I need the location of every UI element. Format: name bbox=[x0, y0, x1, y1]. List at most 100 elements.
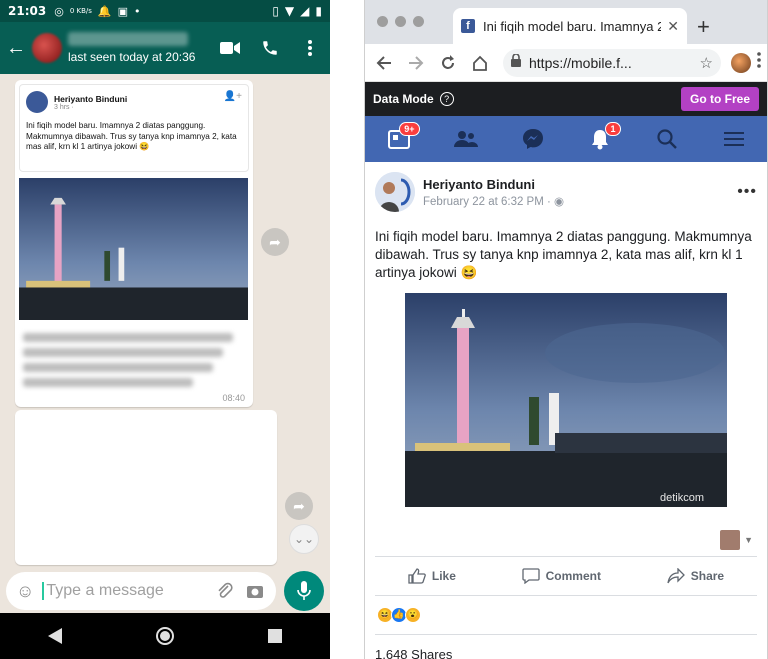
signal-icon: ◢ bbox=[300, 4, 310, 18]
browser-tab[interactable]: f Ini fiqih model baru. Imamnya 2 diatas… bbox=[453, 8, 687, 44]
scroll-to-bottom-button[interactable]: ⌄⌄ bbox=[289, 524, 319, 554]
profile-avatar[interactable] bbox=[731, 52, 751, 73]
network-speed: 0 KB/s bbox=[69, 7, 92, 15]
go-to-free-button[interactable]: Go to Free bbox=[680, 87, 759, 111]
contact-name-blurred bbox=[68, 32, 188, 46]
notifications-badge: 1 bbox=[605, 122, 621, 136]
nav-home-icon[interactable] bbox=[153, 624, 177, 648]
screenshot-root: 21:03 ◎ 0 KB/s 🔔 ▣ • ▯ ▼ ◢ ▮ ← last seen… bbox=[0, 0, 768, 659]
shared-post-card[interactable]: Heriyanto Binduni 3 hrs · 👤+ Ini fiqih m… bbox=[19, 84, 249, 172]
sim-icon: ▣ bbox=[117, 4, 128, 18]
nav-back-icon[interactable] bbox=[43, 624, 67, 648]
comment-button[interactable]: Comment bbox=[521, 568, 601, 584]
forward-arrow-icon[interactable] bbox=[403, 50, 429, 76]
tab-strip: f Ini fiqih model baru. Imamnya 2 diatas… bbox=[365, 0, 767, 44]
thumbs-up-icon bbox=[408, 568, 426, 584]
chat-area[interactable]: Heriyanto Binduni 3 hrs · 👤+ Ini fiqih m… bbox=[0, 74, 330, 569]
post-actions-bar: Like Comment Share bbox=[375, 555, 757, 596]
post-photo[interactable]: detikcom bbox=[405, 292, 727, 507]
microphone-button[interactable] bbox=[284, 571, 324, 611]
whatsapp-notification-icon: ◎ bbox=[54, 4, 64, 18]
phone-call-icon[interactable] bbox=[256, 39, 284, 57]
attach-icon[interactable] bbox=[214, 582, 236, 600]
message-bubble[interactable]: Heriyanto Binduni 3 hrs · 👤+ Ini fiqih m… bbox=[15, 80, 253, 407]
android-status-bar: 21:03 ◎ 0 KB/s 🔔 ▣ • ▯ ▼ ◢ ▮ bbox=[0, 0, 330, 22]
whatsapp-screen: 21:03 ◎ 0 KB/s 🔔 ▣ • ▯ ▼ ◢ ▮ ← last seen… bbox=[0, 0, 330, 659]
notifications-bell-icon[interactable]: 1 bbox=[585, 122, 621, 154]
message-input[interactable]: ☺ Type a message bbox=[6, 572, 276, 610]
forward-icon[interactable]: ➦ bbox=[261, 228, 289, 256]
caret-down-icon[interactable]: ▼ bbox=[744, 535, 753, 545]
microphone-icon bbox=[297, 581, 311, 600]
shared-post-time: 3 hrs · bbox=[54, 103, 74, 111]
address-bar[interactable]: https://mobile.f... ☆ bbox=[503, 48, 721, 77]
add-friend-icon: 👤+ bbox=[223, 91, 242, 102]
news-feed-icon[interactable]: 9+ bbox=[384, 122, 420, 154]
reactions-summary[interactable]: 😆 👍 😮 bbox=[375, 596, 757, 634]
facebook-nav-bar: 9+ 1 bbox=[365, 116, 767, 162]
like-button[interactable]: Like bbox=[408, 568, 456, 584]
data-mode-bar: Data Mode ? Go to Free bbox=[365, 82, 767, 116]
contact-avatar[interactable] bbox=[32, 33, 62, 63]
last-seen: last seen today at 20:36 bbox=[68, 50, 196, 64]
comment-icon bbox=[521, 568, 540, 584]
hamburger-menu-icon[interactable] bbox=[719, 124, 749, 154]
data-mode-label: Data Mode bbox=[373, 92, 434, 106]
wow-reaction-icon: 😮 bbox=[405, 606, 421, 623]
chrome-menu-icon[interactable] bbox=[757, 52, 761, 73]
share-arrow-icon bbox=[667, 567, 685, 583]
globe-icon: ◉ bbox=[554, 195, 565, 208]
post-timestamp[interactable]: February 22 at 6:32 PM · ◉ bbox=[423, 194, 737, 208]
home-icon[interactable] bbox=[467, 50, 493, 76]
shared-post-photo[interactable] bbox=[19, 178, 248, 320]
browser-window: f Ini fiqih model baru. Imamnya 2 diatas… bbox=[364, 0, 768, 659]
chat-header: ← last seen today at 20:36 bbox=[0, 22, 330, 74]
window-maximize-button[interactable] bbox=[413, 16, 424, 27]
more-options-icon[interactable] bbox=[296, 40, 324, 56]
bookmark-star-icon[interactable]: ☆ bbox=[700, 54, 713, 72]
message-time: 08:40 bbox=[222, 393, 245, 403]
viewer-thumbnail[interactable] bbox=[720, 529, 741, 550]
bell-icon: 🔔 bbox=[97, 4, 112, 18]
post-options-icon[interactable]: ••• bbox=[737, 183, 757, 201]
window-minimize-button[interactable] bbox=[395, 16, 406, 27]
input-bar: ☺ Type a message bbox=[0, 569, 330, 613]
contact-info[interactable]: last seen today at 20:36 bbox=[68, 32, 204, 64]
android-nav-bar bbox=[0, 613, 330, 659]
shares-count[interactable]: 1,648 Shares bbox=[375, 633, 757, 659]
photo-watermark: detikcom bbox=[660, 492, 704, 504]
post-author-name[interactable]: Heriyanto Binduni bbox=[423, 177, 737, 192]
camera-icon[interactable] bbox=[244, 583, 266, 599]
nav-recents-icon[interactable] bbox=[263, 624, 287, 648]
feed-badge: 9+ bbox=[399, 122, 420, 136]
post-author-avatar[interactable] bbox=[375, 172, 415, 212]
back-arrow-icon[interactable]: ← bbox=[6, 37, 26, 60]
emoji-icon[interactable]: ☺ bbox=[16, 581, 34, 602]
help-icon[interactable]: ? bbox=[439, 92, 454, 106]
url-text[interactable]: https://mobile.f... bbox=[529, 55, 700, 71]
status-time: 21:03 bbox=[8, 4, 47, 18]
friends-icon[interactable] bbox=[451, 124, 481, 154]
back-icon[interactable] bbox=[371, 50, 397, 76]
facebook-favicon-icon: f bbox=[461, 19, 475, 33]
message-bubble-empty[interactable] bbox=[15, 410, 277, 565]
post-attachment-selector[interactable]: ▼ bbox=[375, 529, 757, 550]
messenger-icon[interactable] bbox=[518, 124, 548, 154]
share-button[interactable]: Share bbox=[667, 567, 724, 584]
forward-icon[interactable]: ➦ bbox=[285, 492, 313, 520]
blurred-message-text bbox=[19, 333, 249, 387]
wifi-icon: ▼ bbox=[284, 4, 295, 18]
search-icon[interactable] bbox=[652, 124, 682, 154]
tab-close-icon[interactable]: ✕ bbox=[667, 18, 679, 35]
shared-post-text: Ini fiqih model baru. Imamnya 2 diatas p… bbox=[26, 121, 237, 152]
video-call-icon[interactable] bbox=[216, 41, 244, 55]
window-close-button[interactable] bbox=[377, 16, 388, 27]
facebook-post: Heriyanto Binduni February 22 at 6:32 PM… bbox=[365, 162, 767, 659]
post-text: Ini fiqih model baru. Imamnya 2 diatas p… bbox=[375, 229, 752, 281]
message-placeholder[interactable]: Type a message bbox=[42, 582, 206, 600]
dot-icon: • bbox=[134, 4, 141, 18]
shared-author-name: Heriyanto Binduni bbox=[54, 93, 128, 104]
reload-icon[interactable] bbox=[435, 50, 461, 76]
lock-icon[interactable] bbox=[511, 52, 521, 72]
new-tab-icon[interactable]: + bbox=[697, 14, 710, 40]
